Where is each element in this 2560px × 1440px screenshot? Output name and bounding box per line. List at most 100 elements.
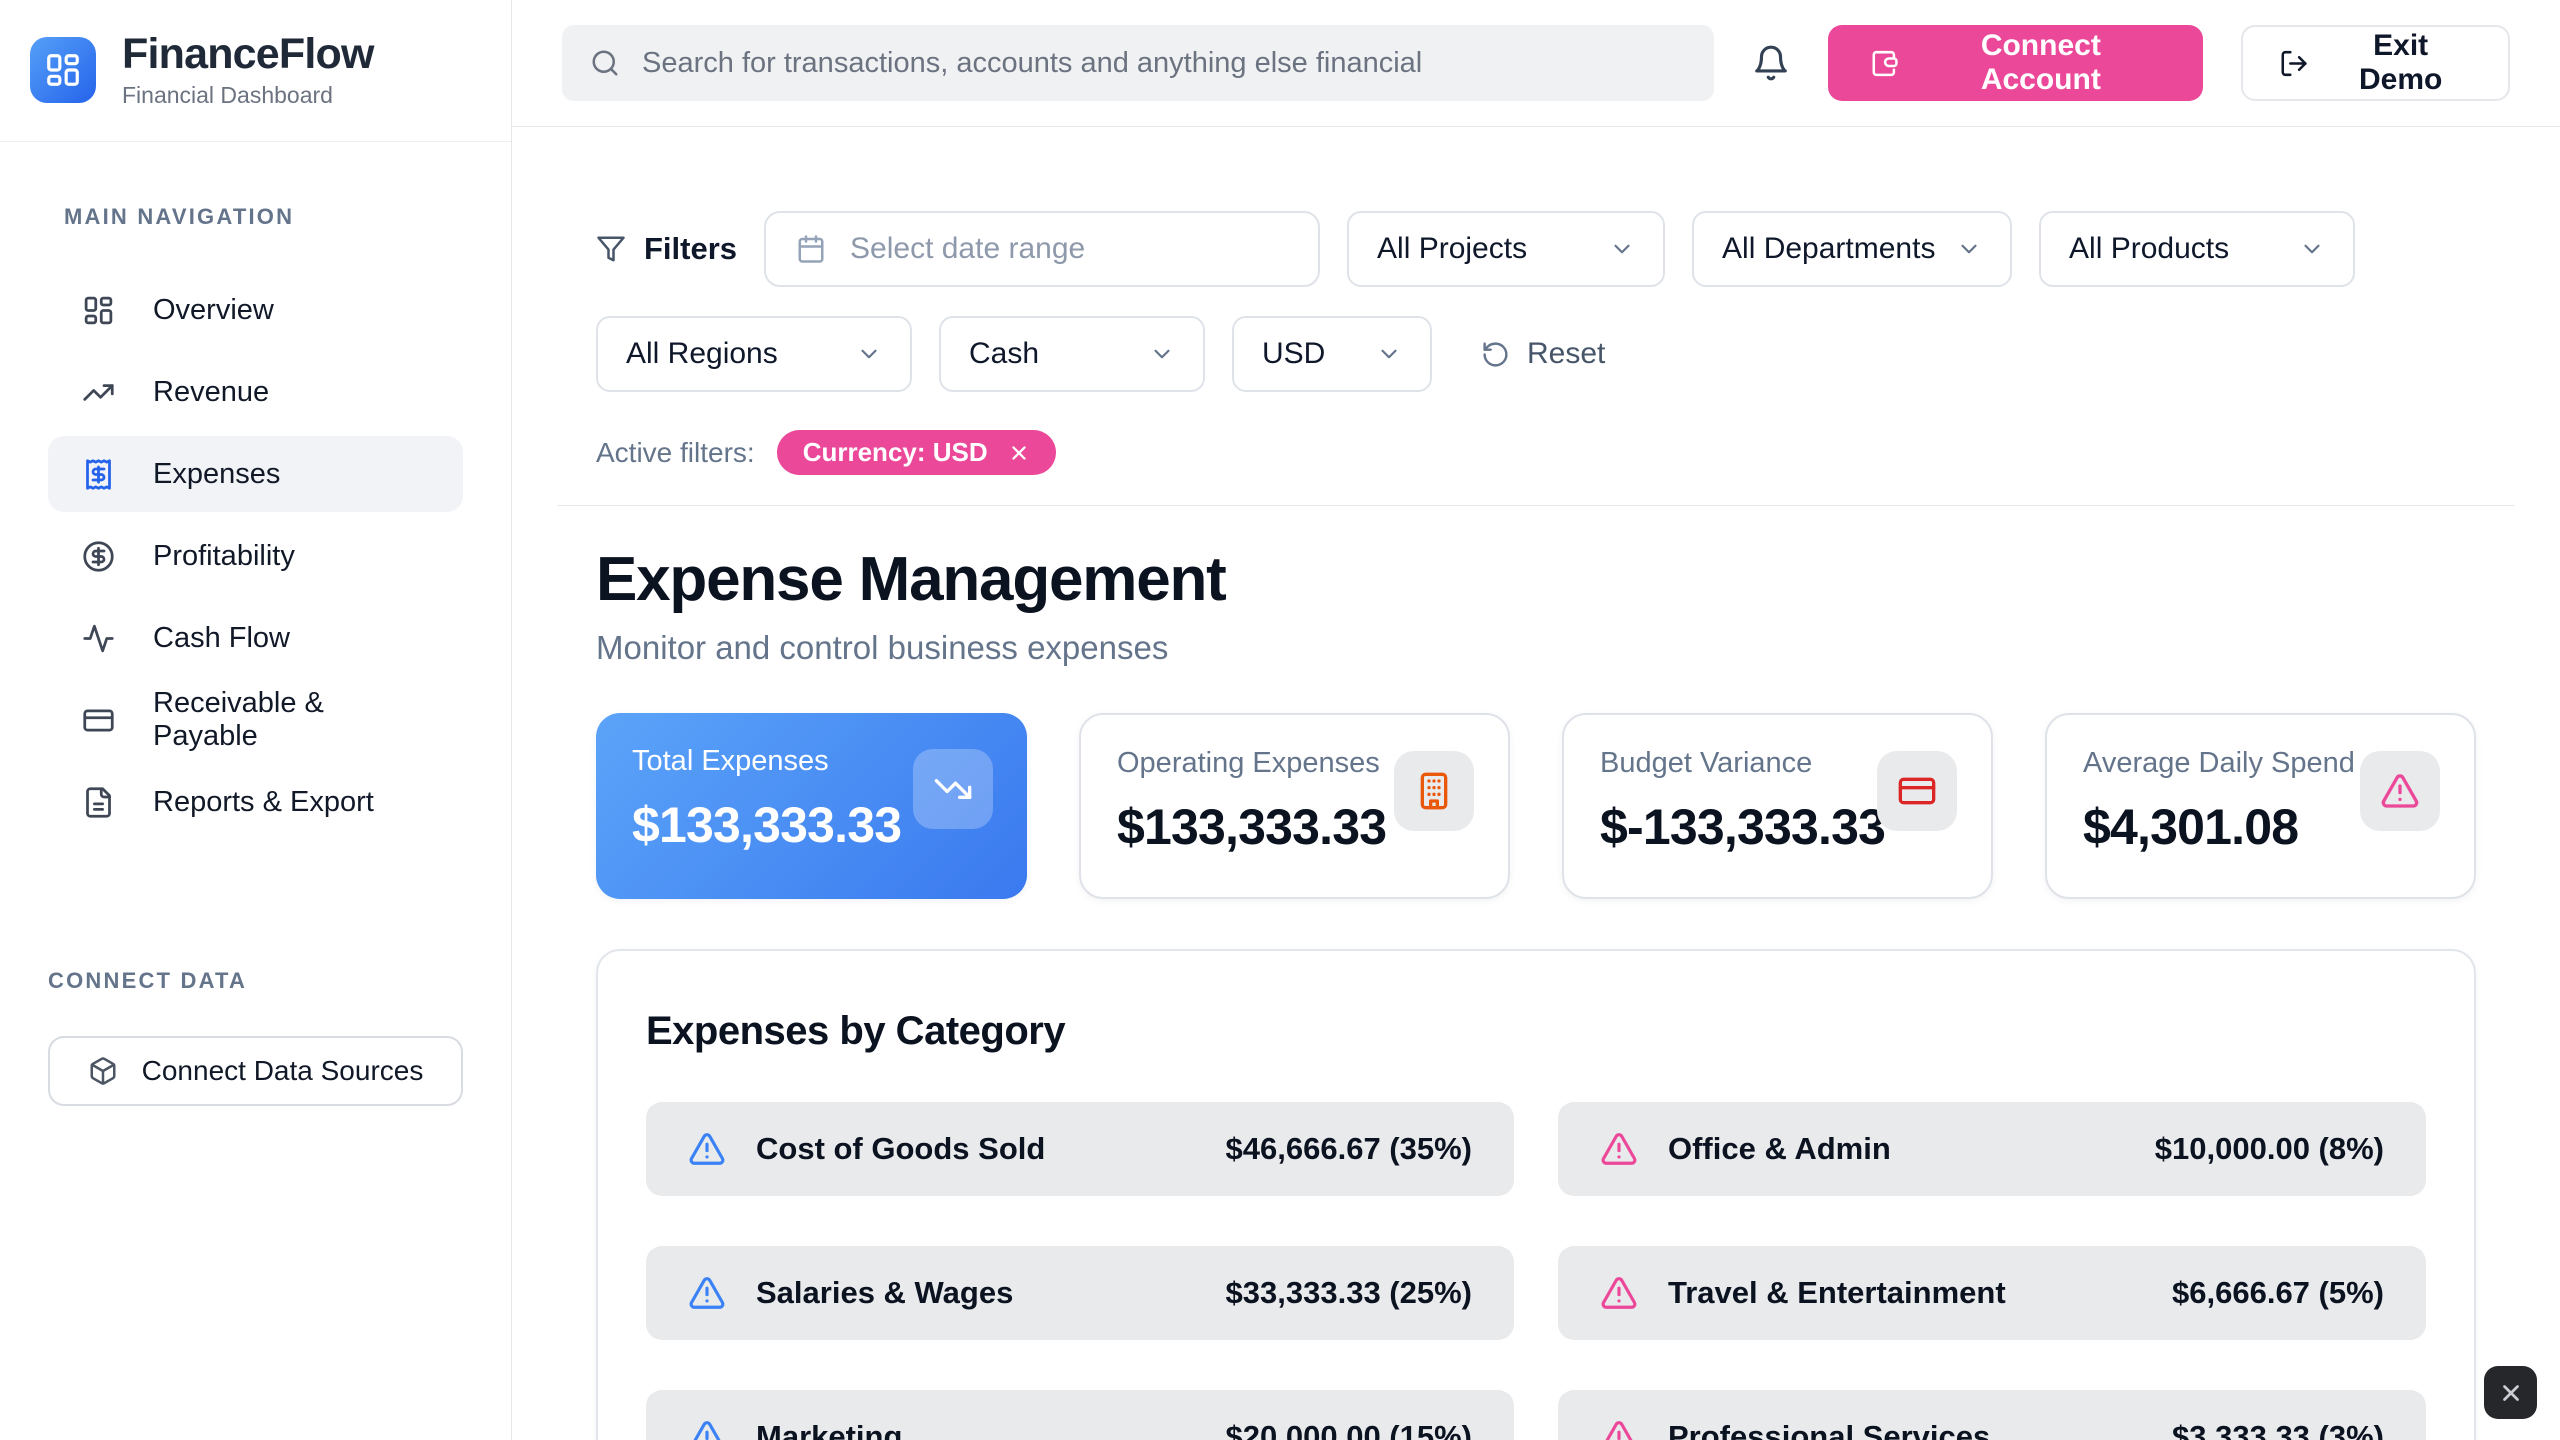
chevron-down-icon — [856, 341, 882, 367]
page-title: Expense Management — [596, 544, 2476, 615]
building-icon — [1414, 771, 1454, 811]
products-select[interactable]: All Products — [2039, 211, 2355, 287]
alert-triangle-icon — [1600, 1418, 1638, 1440]
category-value: $33,333.33 (25%) — [1226, 1275, 1472, 1311]
products-select-value: All Products — [2069, 232, 2229, 266]
sidebar-item-label: Profitability — [153, 540, 295, 573]
stat-icon-box — [1877, 751, 1957, 831]
sidebar-item-cash-flow[interactable]: Cash Flow — [48, 600, 463, 676]
category-label: Salaries & Wages — [756, 1275, 1013, 1311]
sidebar-item-reports-export[interactable]: Reports & Export — [48, 764, 463, 840]
category-row-office-admin[interactable]: Office & Admin $10,000.00 (8%) — [1558, 1102, 2426, 1196]
search-input[interactable] — [642, 47, 1686, 80]
category-value: $46,666.67 (35%) — [1226, 1131, 1472, 1167]
category-row-salaries-wages[interactable]: Salaries & Wages $33,333.33 (25%) — [646, 1246, 1514, 1340]
reset-label: Reset — [1527, 337, 1605, 371]
stat-icon-box — [1394, 751, 1474, 831]
category-label: Professional Services — [1668, 1419, 1990, 1440]
exit-demo-button[interactable]: Exit Demo — [2241, 25, 2510, 101]
nav-list: Overview Revenue Expenses Profitability … — [48, 272, 463, 840]
payment-method-select-value: Cash — [969, 337, 1039, 371]
app-title: FinanceFlow — [122, 30, 374, 79]
category-label: Cost of Goods Sold — [756, 1131, 1045, 1167]
brand-header: FinanceFlow Financial Dashboard — [0, 0, 511, 142]
payment-method-select[interactable]: Cash — [939, 316, 1205, 392]
stat-cards: Total Expenses $133,333.33 Operating Exp… — [596, 713, 2476, 899]
filters-block: Filters Select date range All Projects A… — [596, 211, 2476, 475]
connect-section-label: CONNECT DATA — [48, 968, 463, 994]
search-icon — [590, 48, 620, 78]
brand-text: FinanceFlow Financial Dashboard — [122, 30, 374, 109]
filter-row-1: Filters Select date range All Projects A… — [596, 211, 2476, 287]
projects-select-value: All Projects — [1377, 232, 1527, 266]
page-header: Expense Management Monitor and control b… — [596, 544, 2476, 667]
layout-dashboard-icon — [44, 51, 82, 89]
filters-title: Filters — [596, 231, 737, 267]
main-navigation: MAIN NAVIGATION Overview Revenue Expense… — [0, 142, 511, 840]
date-range-input[interactable]: Select date range — [764, 211, 1320, 287]
currency-select-value: USD — [1262, 337, 1325, 371]
content: Filters Select date range All Projects A… — [512, 127, 2560, 1440]
category-value: $3,333.33 (3%) — [2172, 1419, 2384, 1440]
connect-account-button[interactable]: Connect Account — [1828, 25, 2203, 101]
file-text-icon — [82, 786, 115, 819]
filters-label: Filters — [644, 231, 737, 267]
notifications-button[interactable] — [1752, 44, 1790, 82]
sidebar-item-overview[interactable]: Overview — [48, 272, 463, 348]
stat-card-average-daily-spend[interactable]: Average Daily Spend $4,301.08 — [2045, 713, 2476, 899]
calendar-icon — [796, 234, 826, 264]
chevron-down-icon — [1149, 341, 1175, 367]
connect-data-section: CONNECT DATA Connect Data Sources — [0, 968, 511, 1106]
reset-filters-button[interactable]: Reset — [1481, 337, 1605, 371]
app-subtitle: Financial Dashboard — [122, 82, 374, 109]
activity-icon — [82, 622, 115, 655]
sidebar-item-label: Overview — [153, 294, 274, 327]
active-filter-chip-currency[interactable]: Currency: USD — [777, 430, 1056, 475]
chevron-down-icon — [1956, 236, 1982, 262]
connect-data-sources-button[interactable]: Connect Data Sources — [48, 1036, 463, 1106]
sidebar-item-profitability[interactable]: Profitability — [48, 518, 463, 594]
sidebar: FinanceFlow Financial Dashboard MAIN NAV… — [0, 0, 512, 1440]
sidebar-item-label: Revenue — [153, 376, 269, 409]
departments-select[interactable]: All Departments — [1692, 211, 2012, 287]
departments-select-value: All Departments — [1722, 232, 1935, 266]
search-box — [562, 25, 1714, 101]
category-grid: Cost of Goods Sold $46,666.67 (35%) Offi… — [646, 1102, 2426, 1440]
connect-data-sources-label: Connect Data Sources — [142, 1055, 424, 1087]
topbar: Connect Account Exit Demo — [512, 0, 2560, 127]
close-icon[interactable] — [1008, 442, 1030, 464]
active-filters-row: Active filters: Currency: USD — [596, 430, 2476, 475]
app-root: FinanceFlow Financial Dashboard MAIN NAV… — [0, 0, 2560, 1440]
projects-select[interactable]: All Projects — [1347, 211, 1665, 287]
category-row-cost-of-goods-sold[interactable]: Cost of Goods Sold $46,666.67 (35%) — [646, 1102, 1514, 1196]
stat-card-budget-variance[interactable]: Budget Variance $-133,333.33 — [1562, 713, 1993, 899]
currency-select[interactable]: USD — [1232, 316, 1432, 392]
chip-label: Currency: USD — [803, 437, 988, 468]
sidebar-item-receivable-payable[interactable]: Receivable & Payable — [48, 682, 463, 758]
category-row-travel-entertainment[interactable]: Travel & Entertainment $6,666.67 (5%) — [1558, 1246, 2426, 1340]
category-row-professional-services[interactable]: Professional Services $3,333.33 (3%) — [1558, 1390, 2426, 1440]
stat-card-operating-expenses[interactable]: Operating Expenses $133,333.33 — [1079, 713, 1510, 899]
alert-triangle-icon — [688, 1274, 726, 1312]
alert-triangle-icon — [1600, 1274, 1638, 1312]
stat-card-total-expenses[interactable]: Total Expenses $133,333.33 — [596, 713, 1027, 899]
close-overlay-button[interactable] — [2484, 1366, 2537, 1419]
credit-card-icon — [82, 704, 115, 737]
chevron-down-icon — [1376, 341, 1402, 367]
sidebar-item-expenses[interactable]: Expenses — [48, 436, 463, 512]
sidebar-item-revenue[interactable]: Revenue — [48, 354, 463, 430]
main-area: Connect Account Exit Demo Filters Select… — [512, 0, 2560, 1440]
category-label: Travel & Entertainment — [1668, 1275, 2006, 1311]
funnel-icon — [596, 234, 626, 264]
category-value: $10,000.00 (8%) — [2155, 1131, 2384, 1167]
chevron-down-icon — [2299, 236, 2325, 262]
credit-card-icon — [1897, 771, 1937, 811]
category-value: $6,666.67 (5%) — [2172, 1275, 2384, 1311]
date-range-placeholder: Select date range — [850, 232, 1085, 266]
chevron-down-icon — [1609, 236, 1635, 262]
alert-triangle-icon — [688, 1418, 726, 1440]
regions-select[interactable]: All Regions — [596, 316, 912, 392]
active-filters-label: Active filters: — [596, 437, 755, 469]
category-row-marketing[interactable]: Marketing $20,000.00 (15%) — [646, 1390, 1514, 1440]
layout-dashboard-icon — [82, 294, 115, 327]
